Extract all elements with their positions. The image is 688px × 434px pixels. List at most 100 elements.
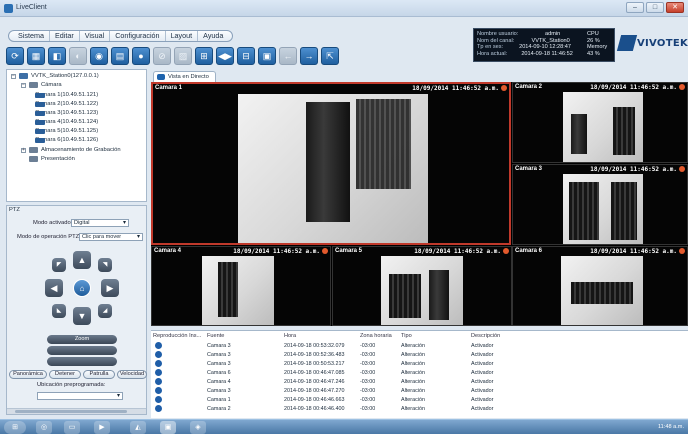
ptz-up-button[interactable]: ▲ bbox=[73, 251, 91, 269]
table-row[interactable]: Camara 3 2014-09-18 00:52:36.483 -03:00 Alt… bbox=[151, 351, 688, 359]
preset-select[interactable] bbox=[37, 392, 123, 400]
zoom-bar[interactable]: Zoom bbox=[47, 335, 117, 344]
ptz-up-left-button[interactable]: ◤ bbox=[52, 258, 66, 272]
expand-icon[interactable]: + bbox=[21, 147, 26, 153]
camera-view-4[interactable]: Camara 4 18/09/2014 11:46:52 a.m. bbox=[151, 246, 331, 326]
ptz-mode-select[interactable]: Digital bbox=[71, 219, 129, 227]
ptz-down-left-button[interactable]: ◣ bbox=[52, 304, 66, 318]
taskbar-network-icon[interactable]: ◈ bbox=[190, 421, 206, 434]
table-row[interactable]: Camara 2 2014-09-18 00:46:46.400 -03:00 Alt… bbox=[151, 405, 688, 413]
start-button[interactable]: ⊞ bbox=[4, 421, 26, 434]
fullscreen-icon[interactable]: ▣ bbox=[258, 47, 276, 65]
stop-button[interactable]: Detener bbox=[49, 370, 81, 379]
ptz-scrollbar[interactable] bbox=[7, 408, 146, 414]
tree-camera-group[interactable]: − Cámara bbox=[21, 82, 62, 88]
speed-button[interactable]: Velocidad bbox=[117, 370, 147, 379]
taskbar-folder-icon[interactable]: ▭ bbox=[64, 421, 80, 434]
tree-camera-3[interactable]: Camara 3(10.49.51.123) bbox=[35, 110, 98, 116]
camera-view-2[interactable]: Camara 2 18/09/2014 11:46:52 a.m. bbox=[512, 82, 688, 163]
grid-icon[interactable]: ⊞ bbox=[195, 47, 213, 65]
maximize-button[interactable]: □ bbox=[646, 2, 664, 13]
ptz-left-button[interactable]: ◀ bbox=[45, 279, 63, 297]
column-header-type[interactable]: Tipo bbox=[401, 333, 412, 339]
column-header-timezone[interactable]: Zona horaria bbox=[360, 333, 392, 339]
multiview-icon[interactable]: ⊟ bbox=[237, 47, 255, 65]
tree-camera-4[interactable]: Camara 4(10.49.51.124) bbox=[35, 119, 98, 125]
table-row[interactable]: Camara 4 2014-09-18 00:46:47.246 -03:00 Alt… bbox=[151, 378, 688, 386]
disabled-icon[interactable]: ⊘ bbox=[153, 47, 171, 65]
column-header-description[interactable]: Descripción bbox=[471, 333, 500, 339]
back-icon[interactable]: ← bbox=[279, 47, 297, 65]
playback-icon[interactable] bbox=[155, 342, 162, 349]
layout-icon[interactable]: ▦ bbox=[27, 47, 45, 65]
taskbar-app-icon[interactable]: ◭ bbox=[130, 421, 146, 434]
tree-camera-6[interactable]: Camara 6(10.49.51.126) bbox=[35, 137, 98, 143]
status-panel: Nombre usuario: admin CPU Nom del canal:… bbox=[473, 28, 615, 62]
menu-layout[interactable]: Layout bbox=[166, 31, 199, 41]
snapshot-icon[interactable]: ◧ bbox=[48, 47, 66, 65]
tree-root[interactable]: − VVTK_Station0(127.0.0.1) bbox=[11, 73, 99, 79]
column-header-source[interactable]: Fuente bbox=[207, 333, 224, 339]
patrol-button[interactable]: Patrulla bbox=[83, 370, 115, 379]
table-row[interactable]: Camara 3 2014-09-18 00:53:32.079 -03:00 Alt… bbox=[151, 342, 688, 350]
ptz-home-button[interactable]: ⌂ bbox=[73, 279, 91, 297]
collapse-icon[interactable]: − bbox=[21, 82, 26, 88]
ptz-up-right-button[interactable]: ◥ bbox=[98, 258, 112, 272]
table-row[interactable]: Camara 1 2014-09-18 00:46:46.663 -03:00 Alt… bbox=[151, 396, 688, 404]
playback-icon[interactable] bbox=[155, 351, 162, 358]
scrollbar-thumb[interactable] bbox=[15, 410, 127, 413]
iris-bar[interactable] bbox=[47, 357, 117, 366]
taskbar-liveclient-icon[interactable]: ▣ bbox=[160, 421, 176, 434]
menu-configuracion[interactable]: Configuración bbox=[110, 31, 166, 41]
exit-icon[interactable]: ⇱ bbox=[321, 47, 339, 65]
tab-live-view[interactable]: Vista en Directo bbox=[153, 71, 216, 82]
ptz-operation-select[interactable]: Clic para mover bbox=[79, 233, 143, 241]
table-row[interactable]: Camara 3 2014-09-18 00:46:47.270 -03:00 Alt… bbox=[151, 387, 688, 395]
ptz-right-button[interactable]: ▶ bbox=[101, 279, 119, 297]
status-value: 2014-09-10 12:28:47 bbox=[519, 44, 572, 51]
pan-button[interactable]: Panorámica bbox=[9, 370, 47, 379]
playback-icon[interactable] bbox=[155, 360, 162, 367]
taskbar-media-icon[interactable]: ▶ bbox=[94, 421, 110, 434]
ptz-down-right-button[interactable]: ◢ bbox=[98, 304, 112, 318]
camera-icon[interactable]: ◉ bbox=[90, 47, 108, 65]
menu-sistema[interactable]: Sistema bbox=[13, 31, 50, 41]
minimize-button[interactable]: – bbox=[626, 2, 644, 13]
taskbar-browser-icon[interactable]: ◎ bbox=[36, 421, 52, 434]
forward-icon[interactable]: → bbox=[300, 47, 318, 65]
camera-view-3[interactable]: Camara 3 18/09/2014 11:46:52 a.m. bbox=[512, 164, 688, 245]
playback-icon[interactable] bbox=[155, 369, 162, 376]
playback-icon[interactable]: ◐ bbox=[69, 47, 87, 65]
column-header-time[interactable]: Hora bbox=[284, 333, 296, 339]
menu-editar[interactable]: Editar bbox=[50, 31, 80, 41]
sequence-icon[interactable]: ◀▶ bbox=[216, 47, 234, 65]
feed-door bbox=[571, 114, 587, 154]
camera-view-1[interactable]: Camara 1 18/09/2014 11:46:52 a.m. bbox=[151, 82, 511, 245]
table-row[interactable]: Camara 6 2014-09-18 00:46:47.085 -03:00 Alt… bbox=[151, 369, 688, 377]
close-button[interactable]: ✕ bbox=[666, 2, 684, 13]
playback-icon[interactable] bbox=[155, 405, 162, 412]
collapse-icon[interactable]: − bbox=[11, 73, 16, 79]
playback-icon[interactable] bbox=[155, 378, 162, 385]
tree-storage[interactable]: + Almacenamiento de Grabación bbox=[21, 147, 121, 153]
tree-camera-5[interactable]: Camara 5(10.49.51.125) bbox=[35, 128, 98, 134]
playback-icon[interactable] bbox=[155, 396, 162, 403]
playback-icon[interactable] bbox=[155, 387, 162, 394]
refresh-icon[interactable]: ⟳ bbox=[6, 47, 24, 65]
menu-visual[interactable]: Visual bbox=[80, 31, 111, 41]
record-icon[interactable]: ● bbox=[132, 47, 150, 65]
menu-ayuda[interactable]: Ayuda bbox=[198, 31, 228, 41]
table-row[interactable]: Camara 3 2014-09-18 00:50:53.217 -03:00 Alt… bbox=[151, 360, 688, 368]
ptz-down-button[interactable]: ▼ bbox=[73, 307, 91, 325]
camera-view-5[interactable]: Camara 5 18/09/2014 11:46:52 a.m. bbox=[332, 246, 512, 326]
camera-view-6[interactable]: Camara 6 18/09/2014 11:46:52 a.m. bbox=[512, 246, 688, 326]
image-icon[interactable]: ▨ bbox=[174, 47, 192, 65]
tree-presentation[interactable]: Presentación bbox=[21, 156, 75, 162]
column-header-playback[interactable]: Reproducción Ins... bbox=[153, 333, 201, 339]
cell-description: Activador bbox=[471, 388, 494, 394]
tree-camera-1[interactable]: Camara 1(10.49.51.121) bbox=[35, 92, 98, 98]
ptz-direction-pad: ▲ ▼ ◀ ▶ ◤ ◥ ◣ ◢ ⌂ bbox=[45, 251, 119, 325]
focus-bar[interactable] bbox=[47, 346, 117, 355]
print-icon[interactable]: ▤ bbox=[111, 47, 129, 65]
tree-camera-2[interactable]: Camara 2(10.49.51.122) bbox=[35, 101, 98, 107]
